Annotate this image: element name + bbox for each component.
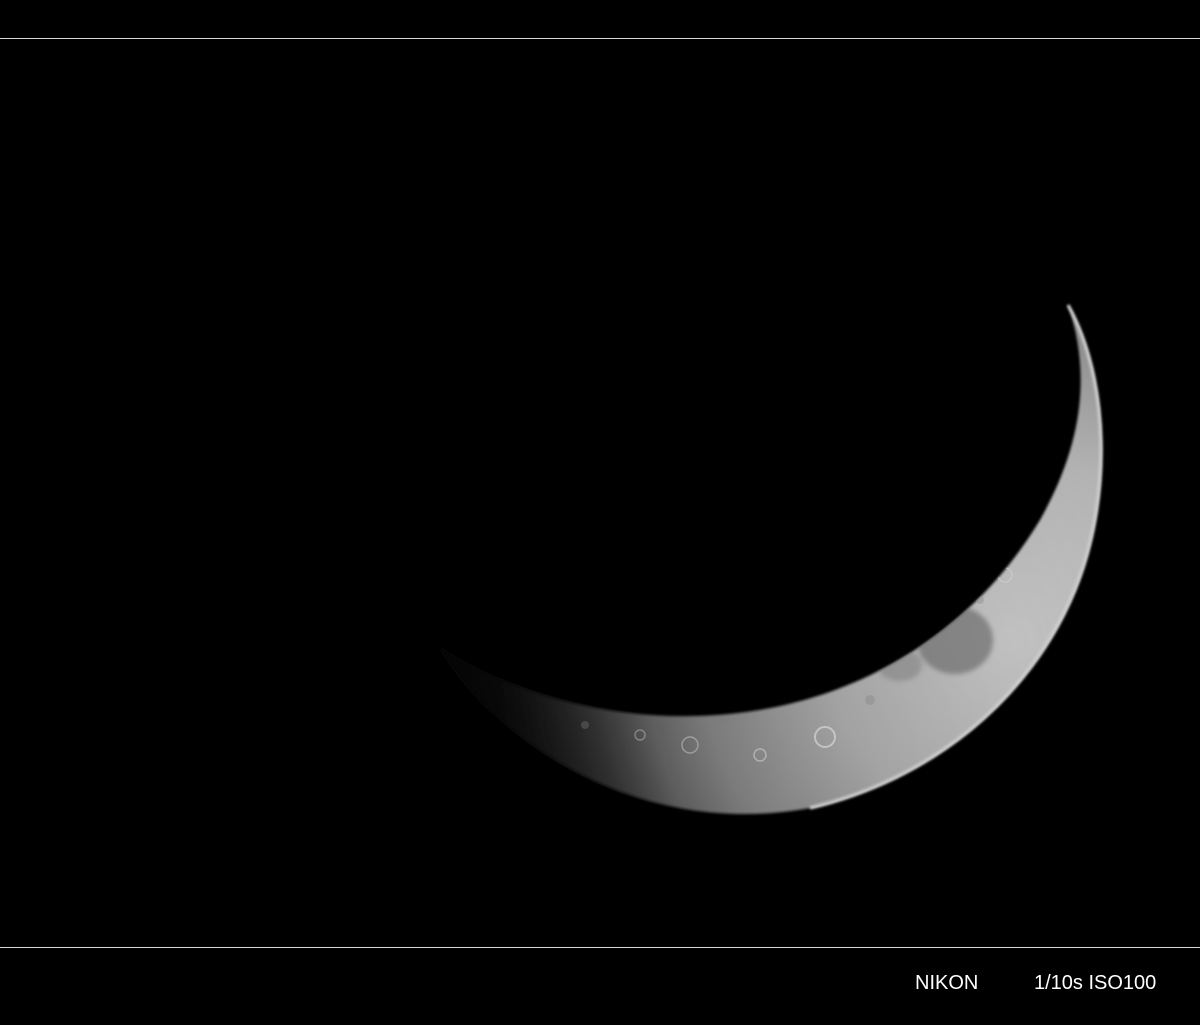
camera-brand-caption: NIKON	[915, 972, 979, 994]
exposure-caption: 1/10s ISO100	[1034, 972, 1157, 994]
moon-crescent	[440, 304, 1103, 814]
moon-photo	[440, 304, 1103, 814]
bottom-frame-line	[0, 947, 1200, 948]
photo-frame: NIKON 1/10s ISO100	[0, 0, 1200, 1025]
